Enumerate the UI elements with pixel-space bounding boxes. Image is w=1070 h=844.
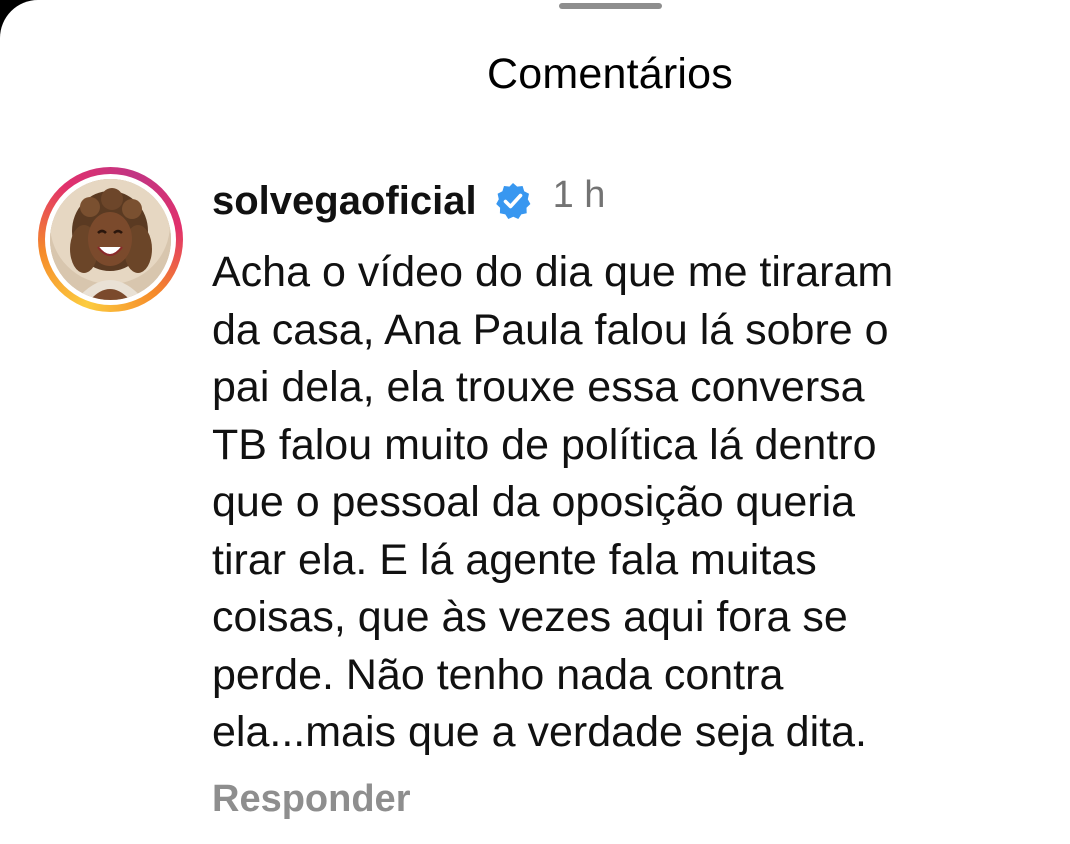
reply-button[interactable]: Responder	[212, 778, 410, 821]
sheet-title: Comentários	[487, 50, 733, 98]
comment-timestamp: 1 h	[552, 173, 606, 216]
comment-header: solvegaoficial 1 h	[212, 173, 606, 226]
comment-username[interactable]: solvegaoficial	[212, 179, 477, 224]
sheet-drag-handle[interactable]	[559, 3, 662, 9]
comments-sheet: Comentários solvegaoficial 1 h Acha o ví…	[0, 0, 1070, 844]
story-ring[interactable]	[38, 167, 183, 312]
verified-badge-icon	[493, 181, 533, 221]
comment-text: Acha o vídeo do dia que me tiraram da ca…	[212, 248, 894, 756]
avatar[interactable]	[50, 179, 171, 300]
profile-photo-icon	[50, 179, 171, 300]
